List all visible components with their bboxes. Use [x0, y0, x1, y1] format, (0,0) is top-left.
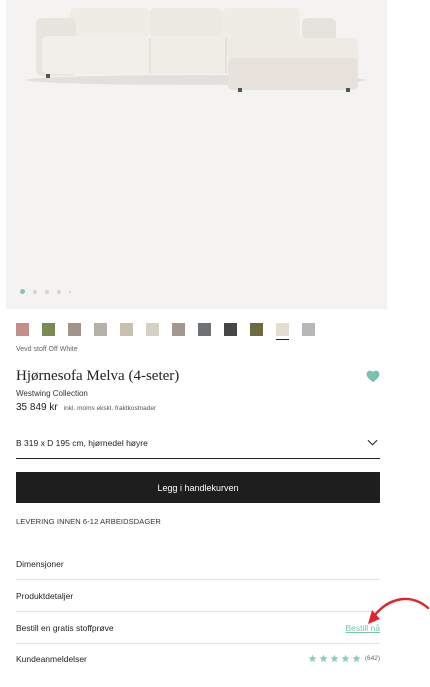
- size-select[interactable]: B 319 x D 195 cm, hjørnedel høyre: [16, 427, 380, 459]
- reviews-label: Kundeanmeldelser: [16, 653, 87, 664]
- star-icon: [352, 654, 361, 663]
- gallery-dot-3[interactable]: [45, 289, 49, 294]
- star-icon: [341, 654, 350, 663]
- sofa-illustration: [26, 8, 366, 92]
- gallery-dot-5[interactable]: [69, 290, 71, 293]
- add-to-cart-button[interactable]: Legg i handlekurven: [16, 472, 380, 503]
- swatch-rose[interactable]: [16, 323, 29, 336]
- swatch-cream[interactable]: [146, 323, 159, 336]
- heart-icon[interactable]: [366, 370, 380, 383]
- brand-name: Westwing Collection: [16, 389, 88, 398]
- star-icon: [330, 654, 339, 663]
- gallery-dot-2[interactable]: [33, 289, 37, 294]
- fabric-label: Vevd stoff Off White: [16, 346, 78, 353]
- accordion-product-details[interactable]: Produktdetaljer: [16, 580, 380, 612]
- swatch-moss[interactable]: [250, 323, 263, 336]
- annotation-arrow-icon: [368, 597, 430, 624]
- swatch-olive[interactable]: [42, 323, 55, 336]
- gallery-dot-4[interactable]: [57, 289, 61, 294]
- star-icon: [319, 654, 328, 663]
- product-image[interactable]: [6, 0, 387, 309]
- size-select-value: B 319 x D 195 cm, hjørnedel høyre: [16, 437, 148, 448]
- star-icon: [308, 654, 317, 663]
- rating-stars[interactable]: (642): [308, 654, 380, 663]
- swatch-taupe[interactable]: [68, 323, 81, 336]
- swatch-charcoal[interactable]: [224, 323, 237, 336]
- color-swatches: [16, 323, 315, 340]
- chevron-down-icon: [367, 439, 378, 446]
- swatch-mushroom[interactable]: [172, 323, 185, 336]
- gallery-dot-1[interactable]: [20, 289, 25, 294]
- review-count: (642): [364, 655, 380, 662]
- product-details-label: Produktdetaljer: [16, 590, 74, 601]
- reviews-row[interactable]: Kundeanmeldelser (642): [16, 643, 380, 674]
- fabric-sample-row: Bestill en gratis stoffprøve Bestill nå: [16, 612, 380, 644]
- price-row: 35 849 kr inkl. moms ekskl. fraktkostnad…: [16, 402, 156, 413]
- price: 35 849 kr: [16, 402, 58, 413]
- swatch-slate[interactable]: [198, 323, 211, 336]
- swatch-light-grey[interactable]: [302, 323, 315, 336]
- swatch-greige[interactable]: [94, 323, 107, 336]
- price-note: inkl. moms ekskl. fraktkostnader: [63, 405, 157, 412]
- dimensions-label: Dimensjoner: [16, 558, 64, 569]
- swatch-off-white[interactable]: [276, 323, 289, 340]
- delivery-info: LEVERING INNEN 6-12 ARBEIDSDAGER: [16, 517, 161, 526]
- swatch-sand[interactable]: [120, 323, 133, 336]
- product-title: Hjørnesofa Melva (4-seter): [16, 368, 180, 384]
- gallery-pagination: [20, 289, 71, 294]
- fabric-sample-label: Bestill en gratis stoffprøve: [16, 622, 114, 633]
- accordion-dimensions[interactable]: Dimensjoner: [16, 548, 380, 580]
